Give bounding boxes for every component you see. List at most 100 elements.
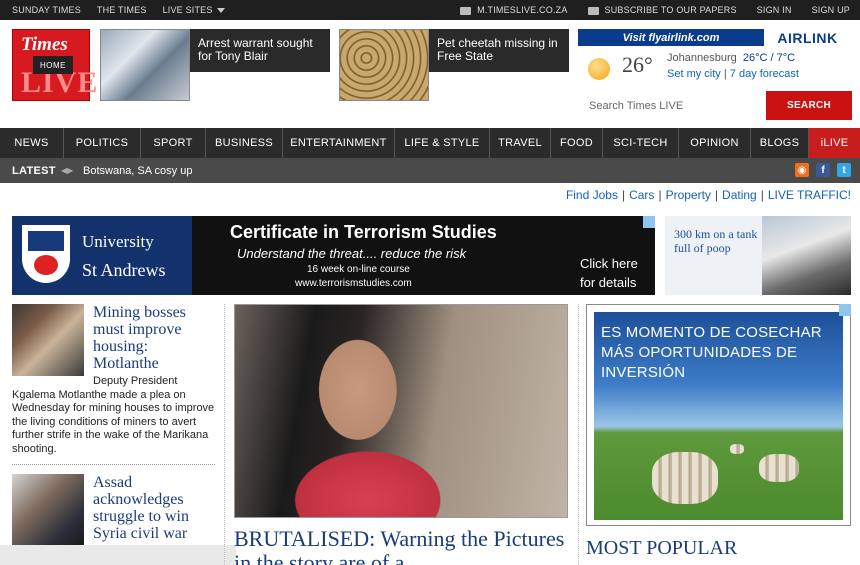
- adchoices-icon[interactable]: [839, 304, 851, 316]
- twitter-icon[interactable]: t: [837, 163, 851, 177]
- story-headline[interactable]: Assad acknowledges struggle to win Syria…: [93, 474, 215, 542]
- nav-politics[interactable]: POLITICS: [64, 128, 141, 158]
- story-headline[interactable]: Mining bosses must improve housing: Motl…: [93, 304, 215, 372]
- column-divider: [578, 304, 579, 565]
- latest-label: LATEST: [12, 164, 56, 177]
- home-button[interactable]: HOME: [33, 56, 73, 74]
- top-utility-bar: SUNDAY TIMES THE TIMES LIVE SITES M.TIME…: [0, 0, 860, 20]
- side-ad-text: 300 km on a tank full of poop: [674, 227, 758, 255]
- main-nav: NEWS POLITICS SPORT BUSINESS ENTERTAINME…: [0, 128, 860, 158]
- right-ad-investment[interactable]: ES MOMENTO DE COSECHAR MÁS OPORTUNIDADES…: [586, 304, 851, 526]
- nav-life-style[interactable]: LIFE & STYLE: [395, 128, 490, 158]
- photo-assad[interactable]: [12, 474, 84, 546]
- times-live-logo[interactable]: Times LIVE HOME: [12, 29, 97, 101]
- main-story-headline[interactable]: BRUTALISED: Warning the Pictures in the …: [234, 527, 574, 565]
- chevron-down-icon: [216, 8, 225, 14]
- side-ad-poop-bike[interactable]: 300 km on a tank full of poop: [665, 216, 851, 295]
- airlink-url: Visit flyairlink.com: [622, 31, 720, 44]
- forecast-link[interactable]: 7 day forecast: [730, 68, 799, 80]
- nav-travel[interactable]: TRAVEL: [490, 128, 551, 158]
- side-ad-photo: [762, 216, 851, 295]
- weather-link-separator: |: [723, 68, 727, 80]
- st-andrews-logo: University St Andrews: [12, 216, 192, 295]
- teaser-cheetah[interactable]: Pet cheetah missing in Free State: [339, 29, 569, 101]
- nav-news[interactable]: NEWS: [0, 128, 64, 158]
- nav-opinion[interactable]: OPINION: [679, 128, 751, 158]
- ad-cta[interactable]: Click here for details: [580, 254, 638, 292]
- weather-city: Johannesburg 26°C / 7°C: [667, 52, 795, 64]
- photo-motlanthe[interactable]: [12, 304, 84, 376]
- teaser-blair[interactable]: Arrest warrant sought for Tony Blair: [100, 29, 330, 101]
- story-motlanthe[interactable]: Mining bosses must improve housing: Motl…: [12, 304, 215, 460]
- set-city-link[interactable]: Set my city: [667, 68, 721, 80]
- ad-subtitle: Understand the threat.... reduce the ris…: [237, 246, 467, 261]
- signup-link[interactable]: SIGN UP: [812, 5, 850, 15]
- search-input[interactable]: Search Times LIVE: [589, 100, 683, 112]
- link-property[interactable]: Property: [666, 188, 711, 202]
- photo-cheetah[interactable]: [339, 29, 429, 101]
- nav-sport[interactable]: SPORT: [141, 128, 206, 158]
- mobile-icon: [460, 6, 472, 15]
- subscribe-label: SUBSCRIBE TO OUR PAPERS: [604, 5, 737, 15]
- city-name: Johannesburg: [667, 52, 737, 64]
- uni-line1: University: [82, 232, 154, 251]
- story-divider: [12, 464, 215, 465]
- link-dating[interactable]: Dating: [722, 188, 757, 202]
- latest-ticker: LATEST ◀▶ Botswana, SA cosy up: [0, 158, 860, 183]
- rss-icon[interactable]: ◉: [795, 163, 809, 177]
- link-cars[interactable]: Cars: [629, 188, 654, 202]
- bottom-fade-overlay: [0, 545, 236, 565]
- temp-range: 26°C / 7°C: [742, 52, 796, 64]
- nav-food[interactable]: FOOD: [551, 128, 603, 158]
- nav-ilive[interactable]: iLIVE: [809, 128, 860, 158]
- weather-temperature: 26°: [622, 52, 653, 77]
- nav-blogs[interactable]: BLOGS: [751, 128, 809, 158]
- search-button[interactable]: SEARCH: [766, 91, 852, 120]
- ticker-arrows-icon[interactable]: ◀▶: [61, 166, 73, 175]
- link-separator: |: [714, 188, 719, 202]
- photo-tony-blair[interactable]: [100, 29, 190, 101]
- university-crest-icon: [22, 225, 70, 283]
- adchoices-icon[interactable]: [643, 216, 655, 228]
- ad-url: www.terrorismstudies.com: [295, 278, 412, 289]
- airlink-brand: AIRLINK: [764, 29, 851, 46]
- live-sites-dropdown[interactable]: LIVE SITES: [163, 5, 225, 15]
- story-assad[interactable]: Assad acknowledges struggle to win Syria…: [12, 474, 215, 554]
- teaser-cheetah-text[interactable]: Pet cheetah missing in Free State: [429, 29, 569, 72]
- nav-entertainment[interactable]: ENTERTAINMENT: [283, 128, 395, 158]
- banner-ad-terrorism-studies[interactable]: University St Andrews Certificate in Ter…: [12, 216, 655, 295]
- money-bale-image: [652, 452, 718, 504]
- ad-title: Certificate in Terrorism Studies: [230, 222, 497, 242]
- sun-icon: [588, 58, 610, 80]
- link-find-jobs[interactable]: Find Jobs: [566, 188, 618, 202]
- ad-cta-line2: for details: [580, 275, 637, 290]
- most-popular-heading: MOST POPULAR: [586, 537, 738, 559]
- airlink-ad[interactable]: Visit flyairlink.com AIRLINK: [578, 29, 851, 46]
- uni-line2: St Andrews: [82, 260, 166, 280]
- link-separator: |: [760, 188, 764, 202]
- column-divider: [224, 304, 225, 565]
- signin-link[interactable]: SIGN IN: [757, 5, 792, 15]
- truck-icon: [587, 6, 599, 15]
- ad-cta-line1: Click here: [580, 256, 638, 271]
- live-sites-label: LIVE SITES: [162, 5, 213, 15]
- facebook-icon[interactable]: f: [816, 163, 830, 177]
- link-sunday-times[interactable]: SUNDAY TIMES: [12, 5, 81, 15]
- nav-business[interactable]: BUSINESS: [206, 128, 283, 158]
- link-the-times[interactable]: THE TIMES: [97, 5, 147, 15]
- link-live-traffic[interactable]: LIVE TRAFFIC!: [768, 188, 851, 202]
- link-separator: |: [658, 188, 662, 202]
- latest-headline[interactable]: Botswana, SA cosy up: [83, 158, 192, 183]
- link-mobile-site[interactable]: M.TIMESLIVE.CO.ZA: [460, 5, 567, 15]
- classifieds-links: Find Jobs | Cars | Property | Dating | LIVE TRAF…: [0, 188, 851, 202]
- link-subscribe[interactable]: SUBSCRIBE TO OUR PAPERS: [587, 5, 737, 15]
- mobile-label: M.TIMESLIVE.CO.ZA: [477, 5, 568, 15]
- ad-course: 16 week on-line course: [307, 264, 410, 275]
- right-ad-text: ES MOMENTO DE COSECHAR MÁS OPORTUNIDADES…: [601, 324, 822, 381]
- teaser-blair-text[interactable]: Arrest warrant sought for Tony Blair: [190, 29, 330, 72]
- weather-links: Set my city | 7 day forecast: [667, 68, 799, 80]
- main-story-photo[interactable]: [234, 304, 568, 518]
- story-body: Deputy President Kgalema Motlanthe made …: [12, 375, 215, 455]
- nav-sci-tech[interactable]: SCI-TECH: [603, 128, 679, 158]
- logo-text-times: Times: [21, 34, 68, 55]
